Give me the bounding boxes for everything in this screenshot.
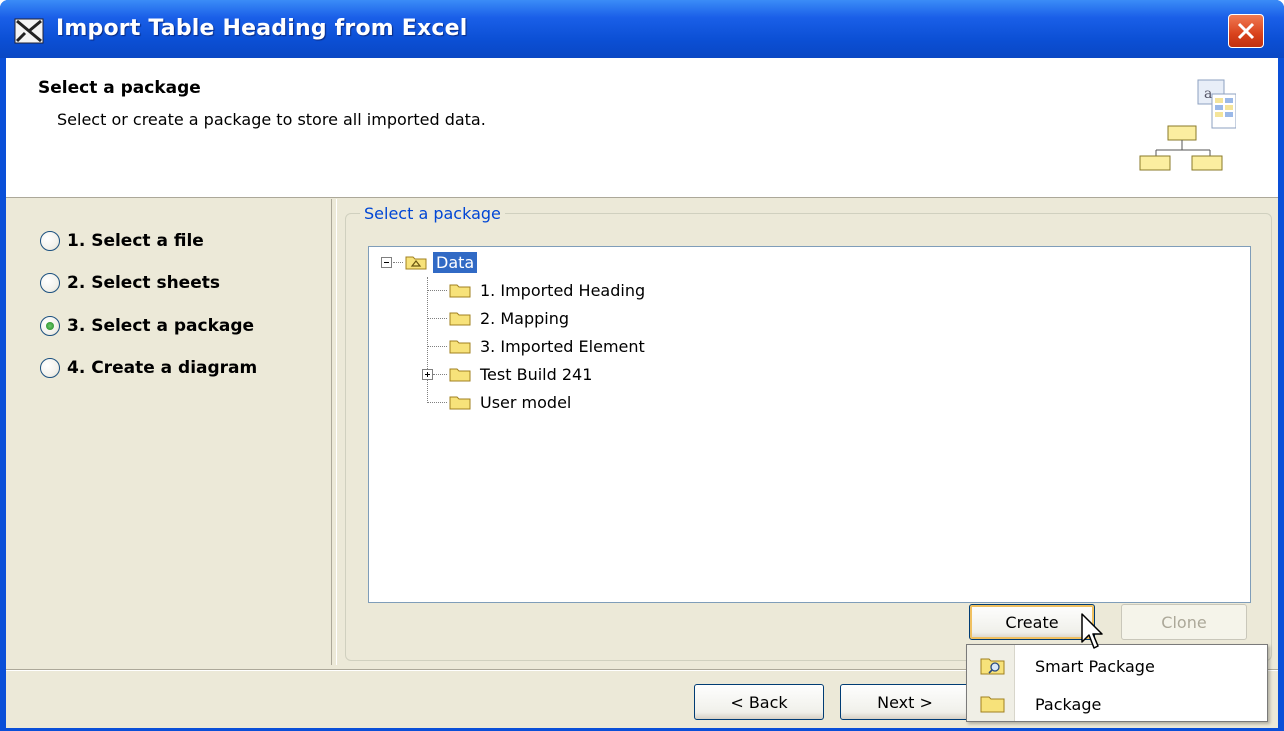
folder-icon	[449, 284, 471, 298]
expand-toggle-icon[interactable]	[422, 369, 433, 380]
tree-connector	[427, 346, 447, 347]
step-label: 2. Select sheets	[67, 273, 220, 293]
radio-button-selected[interactable]	[40, 316, 60, 336]
import-wizard-graphic-icon: a.	[1139, 79, 1236, 171]
tree-connector	[427, 318, 447, 319]
folder-icon	[449, 340, 471, 354]
page-title: Select a package	[38, 78, 201, 98]
back-button[interactable]: < Back	[694, 684, 824, 720]
tree-node-label: 3. Imported Element	[480, 336, 645, 356]
radio-button[interactable]	[40, 358, 60, 378]
folder-icon	[449, 312, 471, 326]
folder-icon	[449, 396, 471, 410]
step-label: 3. Select a package	[67, 316, 255, 336]
app-icon	[14, 18, 44, 44]
tree-node-label: Test Build 241	[480, 364, 593, 384]
step-label: 1. Select a file	[67, 231, 204, 251]
tree-connector	[427, 277, 428, 401]
tree-connector	[427, 290, 447, 291]
radio-button[interactable]	[40, 273, 60, 293]
tree-node[interactable]: Test Build 241	[449, 362, 595, 386]
mouse-cursor-icon	[1081, 613, 1103, 649]
menu-item-label: Smart Package	[1035, 656, 1155, 676]
folder-icon	[449, 368, 471, 382]
step-select-sheets[interactable]: 2. Select sheets	[40, 269, 220, 297]
title-bar[interactable]: Import Table Heading from Excel	[0, 0, 1284, 58]
step-select-file[interactable]: 1. Select a file	[40, 227, 204, 255]
package-tree[interactable]: Data 1. Imported Heading 2. Mapping 3. I…	[368, 246, 1251, 603]
tree-node[interactable]: User model	[449, 390, 574, 414]
close-icon	[1237, 22, 1255, 40]
menu-item-package[interactable]: Package	[967, 685, 1267, 723]
group-legend: Select a package	[360, 204, 505, 223]
tree-connector	[433, 374, 447, 375]
tree-connector	[427, 402, 447, 403]
radio-button[interactable]	[40, 231, 60, 251]
clone-button[interactable]: Clone	[1121, 604, 1247, 640]
tree-node-label: Data	[433, 251, 478, 273]
window-title: Import Table Heading from Excel	[56, 16, 468, 41]
page-description: Select or create a package to store all …	[57, 110, 486, 129]
step-label: 4. Create a diagram	[67, 358, 258, 378]
tree-node-root[interactable]: Data	[405, 250, 478, 274]
step-create-diagram[interactable]: 4. Create a diagram	[40, 354, 257, 382]
smart-package-icon	[980, 658, 1005, 675]
tree-node-label: 2. Mapping	[480, 308, 570, 328]
create-button[interactable]: Create	[969, 604, 1095, 640]
menu-item-smart-package[interactable]: Smart Package	[967, 647, 1267, 685]
next-button[interactable]: Next >	[840, 684, 970, 720]
wizard-header: Select a package Select or create a pack…	[6, 58, 1278, 198]
wizard-steps: 1. Select a file 2. Select sheets 3. Sel…	[6, 199, 330, 667]
tree-node[interactable]: 3. Imported Element	[449, 334, 648, 358]
tree-node-label: 1. Imported Heading	[480, 280, 646, 300]
tree-node[interactable]: 1. Imported Heading	[449, 278, 648, 302]
menu-item-label: Package	[1035, 694, 1102, 714]
tree-node-label: User model	[480, 392, 572, 412]
tree-node[interactable]: 2. Mapping	[449, 306, 572, 330]
step-select-package[interactable]: 3. Select a package	[40, 312, 254, 340]
open-package-icon	[405, 256, 427, 270]
close-button[interactable]	[1228, 14, 1264, 48]
package-icon	[980, 696, 1005, 713]
create-popup-menu: Smart Package Package	[966, 644, 1268, 722]
collapse-toggle-icon[interactable]	[381, 257, 392, 268]
tree-connector	[393, 262, 403, 263]
splitter[interactable]	[331, 199, 337, 665]
